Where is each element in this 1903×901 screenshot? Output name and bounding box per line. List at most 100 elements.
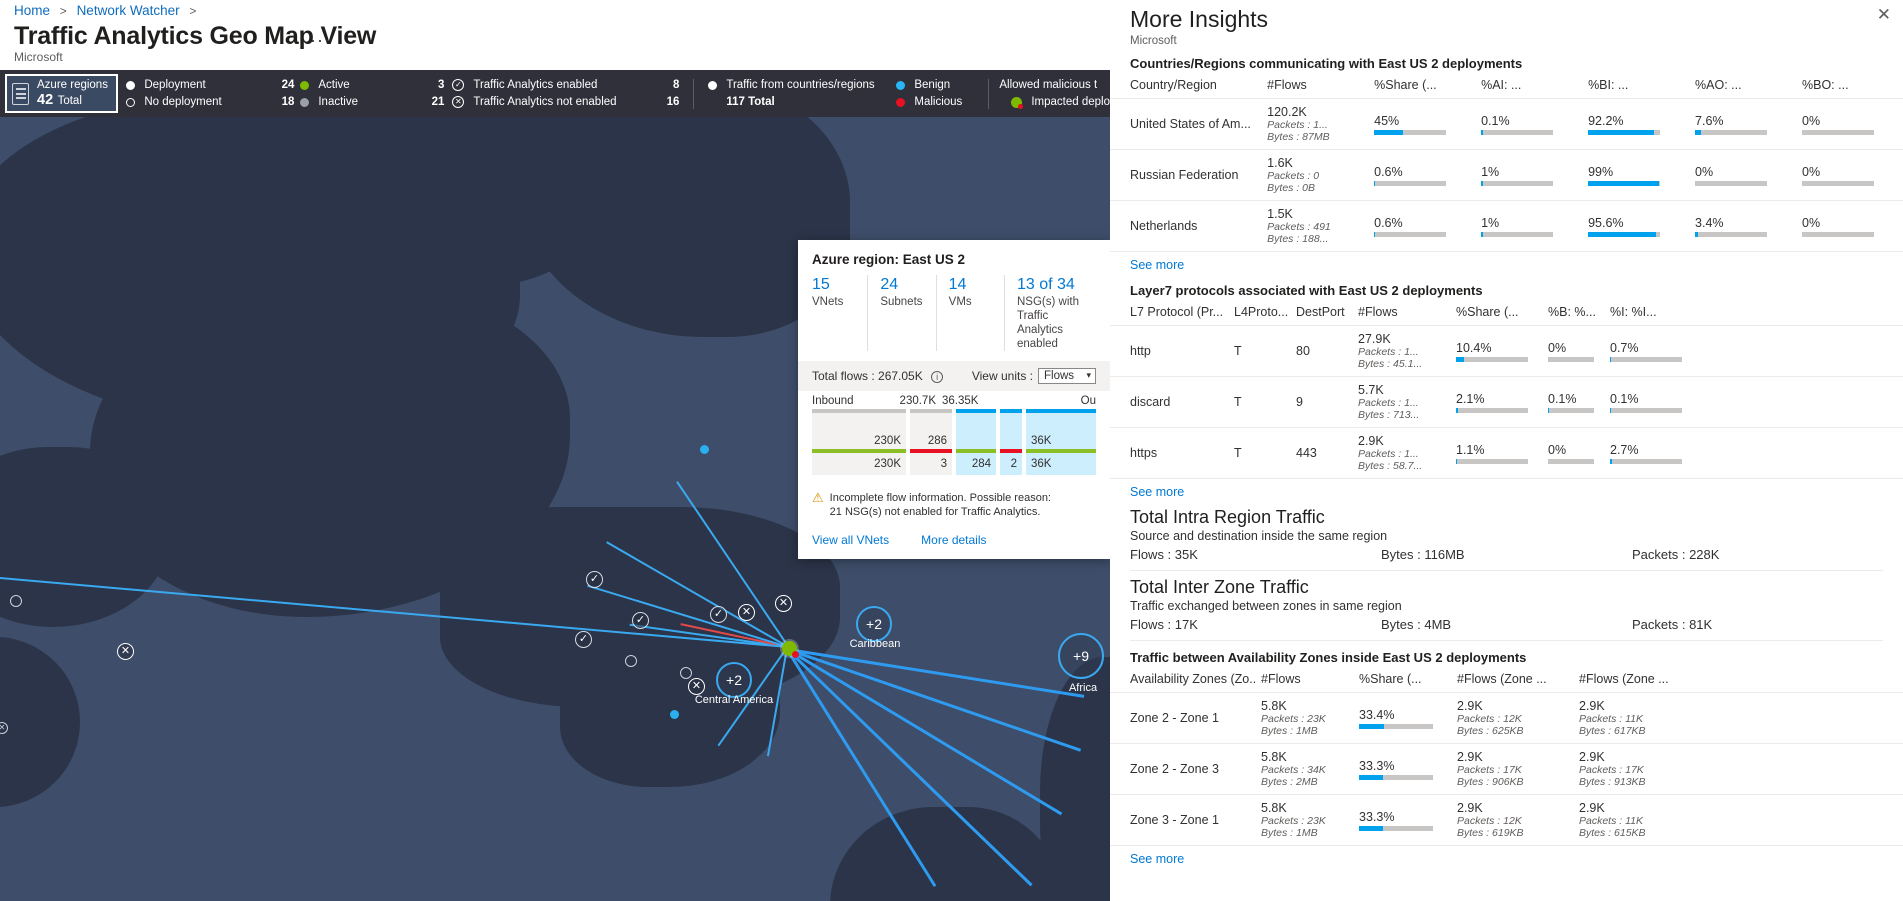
layer7-see-more-link[interactable]: See more	[1110, 479, 1903, 501]
col-flows[interactable]: #Flows	[1261, 73, 1369, 99]
map-endpoint-dot[interactable]	[700, 445, 709, 454]
legend-group-traffic-analytics: ✓ Traffic Analytics enabled 8 ✕ Traffic …	[452, 70, 679, 117]
tooltip-title: Azure region: East US 2	[812, 252, 966, 267]
zone-share-value: 33.3%	[1359, 809, 1395, 824]
col-zone-flows-b[interactable]: #Flows (Zone ...	[1573, 667, 1695, 693]
bar-top-value-2: 286	[910, 413, 952, 449]
table-row[interactable]: Zone 2 - Zone 1 5.8K Packets : 23K Bytes…	[1110, 692, 1903, 744]
tooltip-stat-vnets[interactable]: 15 VNets	[812, 275, 867, 351]
table-row[interactable]: http T 80 27.9K Packets : 1... Bytes : 4…	[1110, 325, 1903, 377]
table-row[interactable]: Zone 3 - Zone 1 5.8K Packets : 23K Bytes…	[1110, 794, 1903, 846]
bar-top-value-4	[1000, 413, 1022, 449]
col-l4-protocol[interactable]: L4Proto...	[1228, 300, 1290, 326]
info-icon[interactable]: i	[931, 371, 944, 383]
legend-item-benign[interactable]: Benign	[896, 77, 978, 94]
col-availability-zones[interactable]: Availability Zones (Zo...	[1110, 667, 1255, 693]
legend-item-inactive[interactable]: Inactive 21	[300, 94, 444, 111]
more-options-icon[interactable]: ···	[310, 30, 331, 51]
legend-item-ta-enabled[interactable]: ✓ Traffic Analytics enabled 8	[452, 77, 679, 94]
legend-item-impacted-deployment[interactable]: Impacted deplo	[999, 94, 1110, 111]
legend-item-no-deployment[interactable]: No deployment 18	[126, 94, 294, 111]
legend-item-active[interactable]: Active 3	[300, 77, 444, 94]
col-zone-extra	[1695, 667, 1903, 693]
map-cluster-africa[interactable]: +9	[1058, 633, 1104, 679]
map-node-ta-enabled-icon[interactable]: ✓	[575, 631, 592, 648]
map-cluster-africa-name: Africa	[1068, 682, 1098, 694]
table-row[interactable]: https T 443 2.9K Packets : 1... Bytes : …	[1110, 427, 1903, 479]
map-node-ta-enabled-icon[interactable]: ✓	[710, 606, 727, 623]
table-row[interactable]: Russian Federation 1.6K Packets : 0 Byte…	[1110, 149, 1903, 201]
map-cluster-caribbean[interactable]: +2	[856, 606, 892, 642]
col-ao[interactable]: %AO: ...	[1689, 73, 1796, 99]
tooltip-stat-subnets[interactable]: 24 Subnets	[867, 275, 935, 351]
map-node-ta-enabled-icon[interactable]: ✓	[586, 571, 603, 588]
pct-bo-bar	[1802, 231, 1874, 237]
legend-item-traffic-countries[interactable]: Traffic from countries/regions	[708, 77, 886, 94]
col-ai[interactable]: %AI: ...	[1475, 73, 1583, 99]
map-cluster-central-america[interactable]: +2	[716, 662, 752, 698]
legend-value-inactive: 21	[431, 96, 445, 108]
col-zone-share[interactable]: %Share (...	[1353, 667, 1451, 693]
tooltip-stat-nsg[interactable]: 13 of 34 NSG(s) with Traffic Analytics e…	[1003, 275, 1096, 351]
col-l7-flows[interactable]: #Flows	[1352, 300, 1450, 326]
map-node-ta-disabled-icon[interactable]: ✕	[775, 595, 792, 612]
legend-item-deployment[interactable]: Deployment 24	[126, 77, 294, 94]
map-node-small-icon[interactable]	[10, 595, 22, 607]
pct-ai-value: 1%	[1481, 164, 1500, 179]
country-bytes: Bytes : 87MB	[1267, 131, 1330, 143]
zones-see-more-link[interactable]: See more	[1110, 846, 1903, 868]
tooltip-stat-nsg-value: 13 of 34	[1016, 276, 1075, 293]
map-node-small-icon[interactable]	[625, 655, 637, 667]
map-hub-east-us-2[interactable]	[782, 641, 799, 658]
table-row[interactable]: Netherlands 1.5K Packets : 491 Bytes : 1…	[1110, 200, 1903, 252]
country-packets: Packets : 491	[1267, 221, 1331, 233]
table-row[interactable]: discard T 9 5.7K Packets : 1... Bytes : …	[1110, 376, 1903, 428]
col-bo[interactable]: %BO: ...	[1796, 73, 1903, 99]
zone-a-flows: 2.9K	[1457, 801, 1483, 815]
geo-map-canvas[interactable]: ✓ ✓ ✓ ✓ ✕ ✕ ✕ ✕ ✕ +9 Africa +2 Caribbean…	[0, 117, 1110, 901]
intra-region-bytes: Bytes : 116MB	[1381, 547, 1465, 562]
map-node-ta-disabled-icon[interactable]: ✕	[117, 643, 134, 660]
close-icon[interactable]: ✕	[1877, 6, 1891, 23]
more-insights-panel[interactable]: More Insights Microsoft ✕ Countries/Regi…	[1110, 0, 1903, 901]
col-l7-protocol[interactable]: L7 Protocol (Pr...	[1110, 300, 1228, 326]
legend-item-malicious[interactable]: Malicious	[896, 94, 978, 111]
map-node-ta-enabled-icon[interactable]: ✓	[632, 612, 649, 629]
pct-share-value: 0.6%	[1374, 215, 1403, 230]
table-row[interactable]: United States of Am... 120.2K Packets : …	[1110, 98, 1903, 150]
view-units-select[interactable]: Flows	[1038, 368, 1096, 384]
map-node-ta-disabled-icon[interactable]: ✕	[688, 678, 705, 695]
map-cluster-caribbean-label: +2	[866, 616, 882, 632]
region-details-tooltip[interactable]: Azure region: East US 2 15 VNets 24 Subn…	[798, 240, 1110, 559]
col-zone-flows[interactable]: #Flows	[1255, 667, 1353, 693]
tooltip-bar-inbound-total: 230K 230K	[812, 409, 906, 475]
map-node-ta-disabled-icon[interactable]: ✕	[738, 604, 755, 621]
legend-azure-regions-card[interactable]: Azure regions 42 Total	[5, 74, 119, 113]
map-cluster-central-america-name: Central America	[694, 694, 774, 706]
legend-label-allowed-malicious: Allowed malicious t	[999, 79, 1098, 91]
col-zone-flows-a[interactable]: #Flows (Zone ...	[1451, 667, 1573, 693]
col-l7-share[interactable]: %Share (...	[1450, 300, 1542, 326]
col-l7-extra	[1696, 300, 1903, 326]
table-row[interactable]: Zone 2 - Zone 3 5.8K Packets : 34K Bytes…	[1110, 743, 1903, 795]
intra-region-metrics: Flows : 35K Bytes : 116MB Packets : 228K	[1110, 543, 1903, 568]
map-endpoint-dot[interactable]	[670, 710, 679, 719]
col-dest-port[interactable]: DestPort	[1290, 300, 1352, 326]
legend-label-no-deployment: No deployment	[144, 96, 222, 108]
legend-item-ta-not-enabled[interactable]: ✕ Traffic Analytics not enabled 16	[452, 94, 679, 111]
col-l7-i[interactable]: %I: %I...	[1604, 300, 1696, 326]
col-l7-b[interactable]: %B: %...	[1542, 300, 1604, 326]
tooltip-stat-vms[interactable]: 14 VMs	[935, 275, 1004, 351]
more-details-link[interactable]: More details	[921, 533, 986, 547]
col-share[interactable]: %Share (...	[1368, 73, 1476, 99]
legend-item-allowed-malicious[interactable]: Allowed malicious t	[999, 77, 1110, 94]
breadcrumb-home[interactable]: Home	[14, 3, 50, 18]
col-country-region[interactable]: Country/Region	[1110, 73, 1262, 99]
col-bi[interactable]: %BI: ...	[1582, 73, 1690, 99]
map-node-small-icon[interactable]	[680, 667, 692, 679]
countries-see-more-link[interactable]: See more	[1110, 252, 1903, 274]
breadcrumb-network-watcher[interactable]: Network Watcher	[77, 3, 180, 18]
l7-protocol: discard	[1130, 395, 1171, 409]
view-all-vnets-link[interactable]: View all VNets	[812, 533, 889, 547]
tooltip-view-units: View units : Flows	[972, 368, 1096, 384]
